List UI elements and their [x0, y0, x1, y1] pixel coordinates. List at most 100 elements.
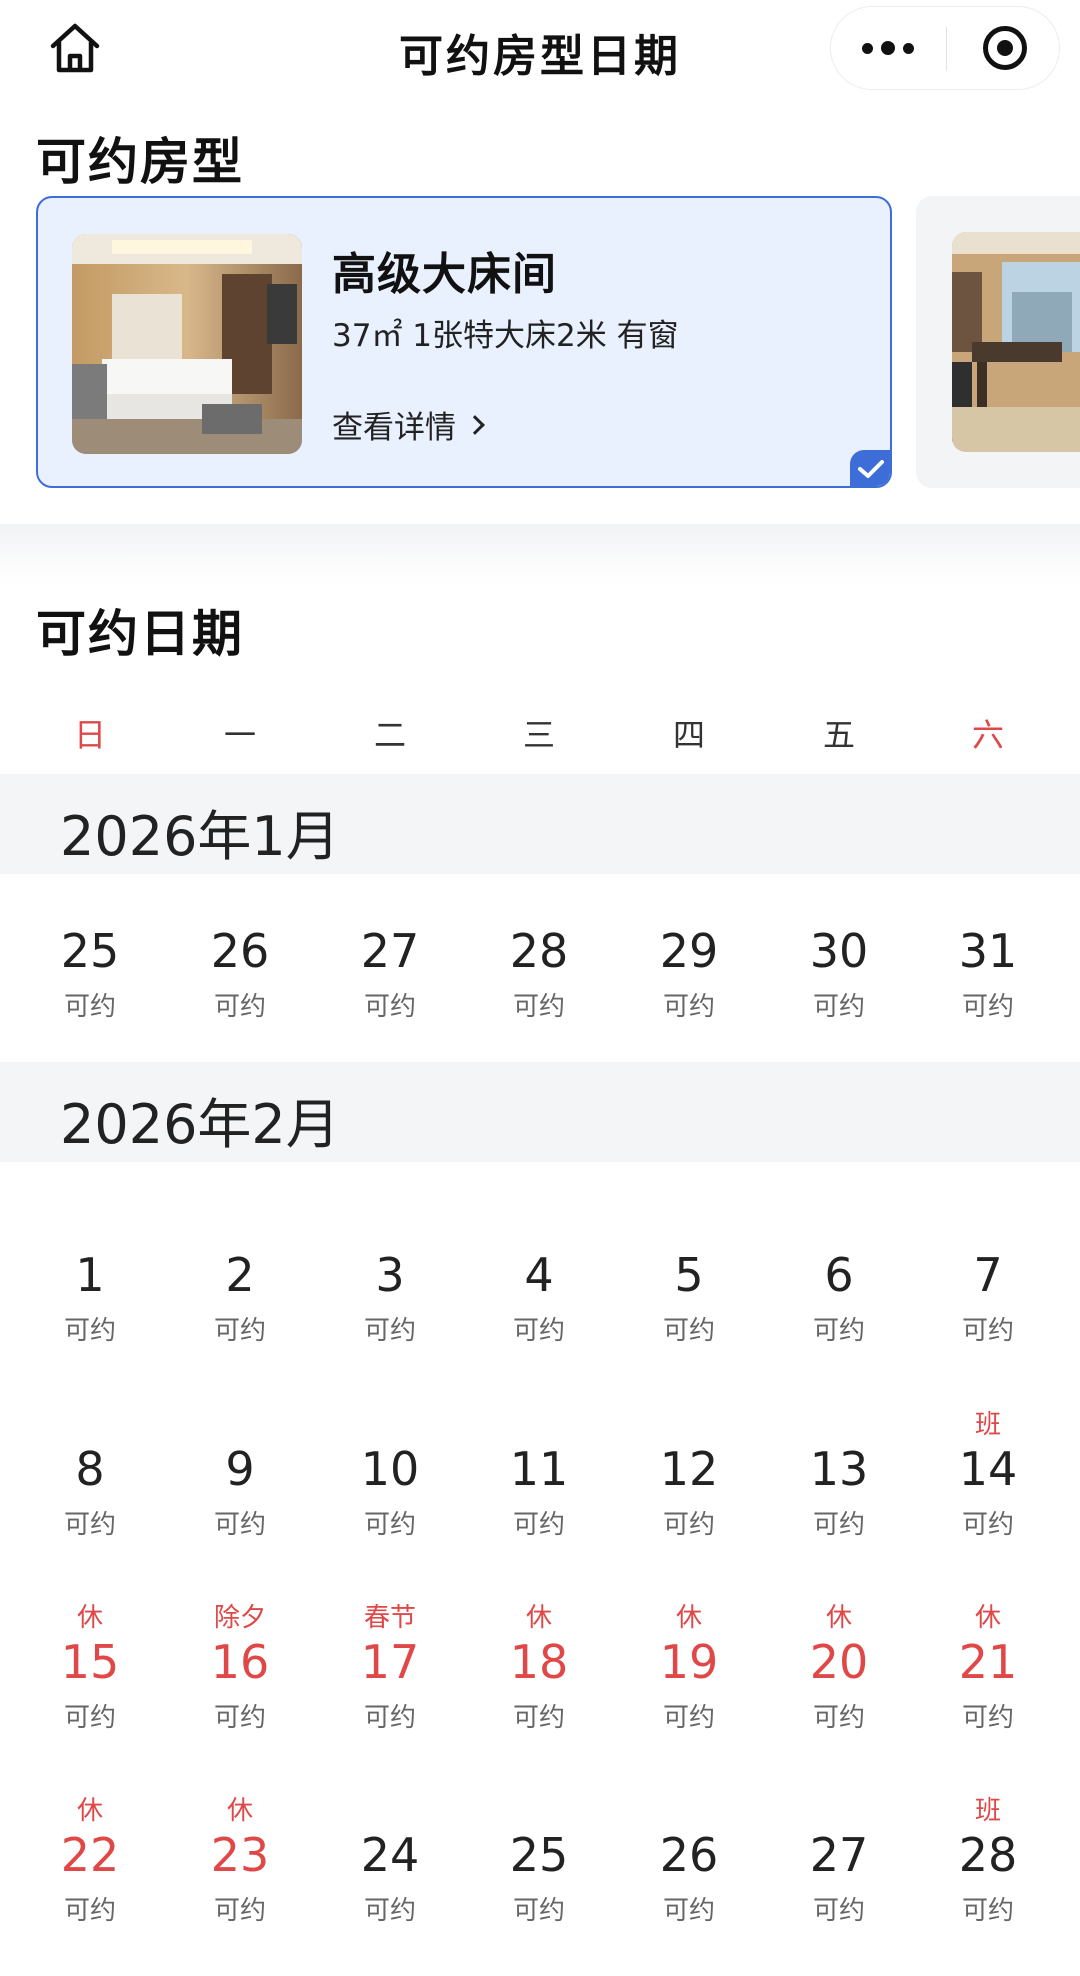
calendar-day[interactable]: 27 可约 — [764, 1790, 914, 1950]
day-tag: 春节 — [363, 1603, 416, 1633]
calendar-day[interactable]: 休 23 可约 — [165, 1790, 315, 1950]
target-circle-icon — [983, 26, 1027, 70]
calendar-day[interactable]: 3 可约 — [315, 1210, 465, 1370]
calendar-day[interactable]: 班 14 可约 — [913, 1404, 1063, 1564]
weekday-label: 一 — [223, 716, 256, 754]
calendar-day[interactable]: 除夕 16 可约 — [165, 1597, 315, 1757]
calendar-day[interactable]: 1 可约 — [15, 1210, 165, 1370]
weekday-label: 五 — [822, 716, 855, 754]
day-tag — [764, 1790, 914, 1822]
calendar-day[interactable]: 13 可约 — [764, 1404, 914, 1564]
calendar-day[interactable]: 31 可约 — [913, 886, 1063, 1046]
day-status: 可约 — [662, 1703, 715, 1733]
day-status: 可约 — [662, 1896, 715, 1926]
day-tag — [764, 1210, 914, 1242]
day-number: 11 — [509, 1442, 569, 1496]
day-tag — [15, 886, 165, 918]
calendar-day[interactable]: 11 可约 — [464, 1404, 614, 1564]
room-detail-link[interactable]: 查看详情 — [332, 402, 485, 447]
calendar-day[interactable]: 27 可约 — [315, 886, 465, 1046]
room-card-next[interactable] — [916, 196, 1080, 488]
calendar-day[interactable]: 休 19 可约 — [614, 1597, 764, 1757]
calendar-day[interactable]: 26 可约 — [614, 1790, 764, 1950]
weekday-label: 三 — [522, 716, 555, 754]
calendar-day[interactable]: 5 可约 — [614, 1210, 764, 1370]
day-number: 27 — [809, 1828, 869, 1882]
calendar-day[interactable]: 4 可约 — [464, 1210, 614, 1370]
day-status: 可约 — [961, 1510, 1014, 1540]
day-tag — [315, 1790, 465, 1822]
day-tag: 休 — [974, 1603, 1001, 1633]
calendar-day[interactable]: 休 22 可约 — [15, 1790, 165, 1950]
calendar-day[interactable]: 休 15 可约 — [15, 1597, 165, 1757]
calendar-day[interactable]: 30 可约 — [764, 886, 914, 1046]
calendar-day[interactable]: 10 可约 — [315, 1404, 465, 1564]
calendar-day[interactable]: 休 18 可约 — [464, 1597, 614, 1757]
close-button[interactable] — [951, 7, 1059, 89]
day-number: 23 — [210, 1828, 270, 1882]
day-tag — [15, 1210, 165, 1242]
mini-program-capsule — [830, 6, 1060, 90]
day-number: 6 — [824, 1248, 854, 1302]
calendar-day[interactable]: 8 可约 — [15, 1404, 165, 1564]
day-status: 可约 — [662, 1510, 715, 1540]
day-status: 可约 — [213, 1316, 266, 1346]
calendar-day[interactable]: 25 可约 — [464, 1790, 614, 1950]
day-tag: 休 — [675, 1603, 702, 1633]
day-status: 可约 — [961, 992, 1014, 1022]
day-tag — [464, 1790, 614, 1822]
calendar-day[interactable]: 29 可约 — [614, 886, 764, 1046]
day-tag — [913, 1210, 1063, 1242]
room-detail-label: 查看详情 — [332, 410, 456, 446]
day-status: 可约 — [662, 992, 715, 1022]
calendar-day[interactable]: 休 20 可约 — [764, 1597, 914, 1757]
room-name: 高级大床间 — [332, 249, 557, 300]
day-tag — [315, 1404, 465, 1436]
day-tag: 休 — [76, 1603, 103, 1633]
day-status: 可约 — [63, 1510, 116, 1540]
weekday-label: 日 — [73, 716, 106, 754]
day-status: 可约 — [363, 1316, 416, 1346]
day-number: 3 — [375, 1248, 405, 1302]
day-status: 可约 — [512, 992, 565, 1022]
day-status: 可约 — [512, 1896, 565, 1926]
day-status: 可约 — [213, 1510, 266, 1540]
calendar-day[interactable]: 休 21 可约 — [913, 1597, 1063, 1757]
day-number: 18 — [509, 1635, 569, 1689]
day-tag: 休 — [226, 1796, 253, 1826]
day-tag: 除夕 — [213, 1603, 266, 1633]
calendar-day[interactable]: 6 可约 — [764, 1210, 914, 1370]
calendar-day[interactable]: 2 可约 — [165, 1210, 315, 1370]
month-label: 2026年1月 — [60, 805, 340, 868]
day-status: 可约 — [512, 1316, 565, 1346]
dates-section-title: 可约日期 — [36, 605, 244, 663]
room-card-selected[interactable]: 高级大床间 37㎡ 1张特大床2米 有窗 查看详情 — [36, 196, 892, 488]
calendar-day[interactable]: 班 28 可约 — [913, 1790, 1063, 1950]
day-number: 29 — [659, 924, 719, 978]
day-tag — [464, 1210, 614, 1242]
room-specs: 37㎡ 1张特大床2米 有窗 — [332, 318, 679, 354]
day-tag: 休 — [825, 1603, 852, 1633]
day-tag — [165, 886, 315, 918]
day-status: 可约 — [213, 1703, 266, 1733]
day-number: 10 — [360, 1442, 420, 1496]
day-number: 7 — [973, 1248, 1003, 1302]
calendar-day[interactable]: 26 可约 — [165, 886, 315, 1046]
more-button[interactable] — [831, 7, 945, 89]
day-number: 24 — [360, 1828, 420, 1882]
day-tag — [764, 1404, 914, 1436]
day-tag: 休 — [76, 1796, 103, 1826]
calendar-day[interactable]: 25 可约 — [15, 886, 165, 1046]
calendar-day[interactable]: 9 可约 — [165, 1404, 315, 1564]
calendar-day[interactable]: 春节 17 可约 — [315, 1597, 465, 1757]
calendar-day[interactable]: 7 可约 — [913, 1210, 1063, 1370]
day-status: 可约 — [812, 1510, 865, 1540]
calendar-day[interactable]: 24 可约 — [315, 1790, 465, 1950]
day-number: 31 — [958, 924, 1018, 978]
day-status: 可约 — [63, 1316, 116, 1346]
day-status: 可约 — [63, 992, 116, 1022]
calendar-day[interactable]: 12 可约 — [614, 1404, 764, 1564]
day-status: 可约 — [213, 992, 266, 1022]
calendar-day[interactable]: 28 可约 — [464, 886, 614, 1046]
checkmark-icon — [858, 460, 884, 478]
